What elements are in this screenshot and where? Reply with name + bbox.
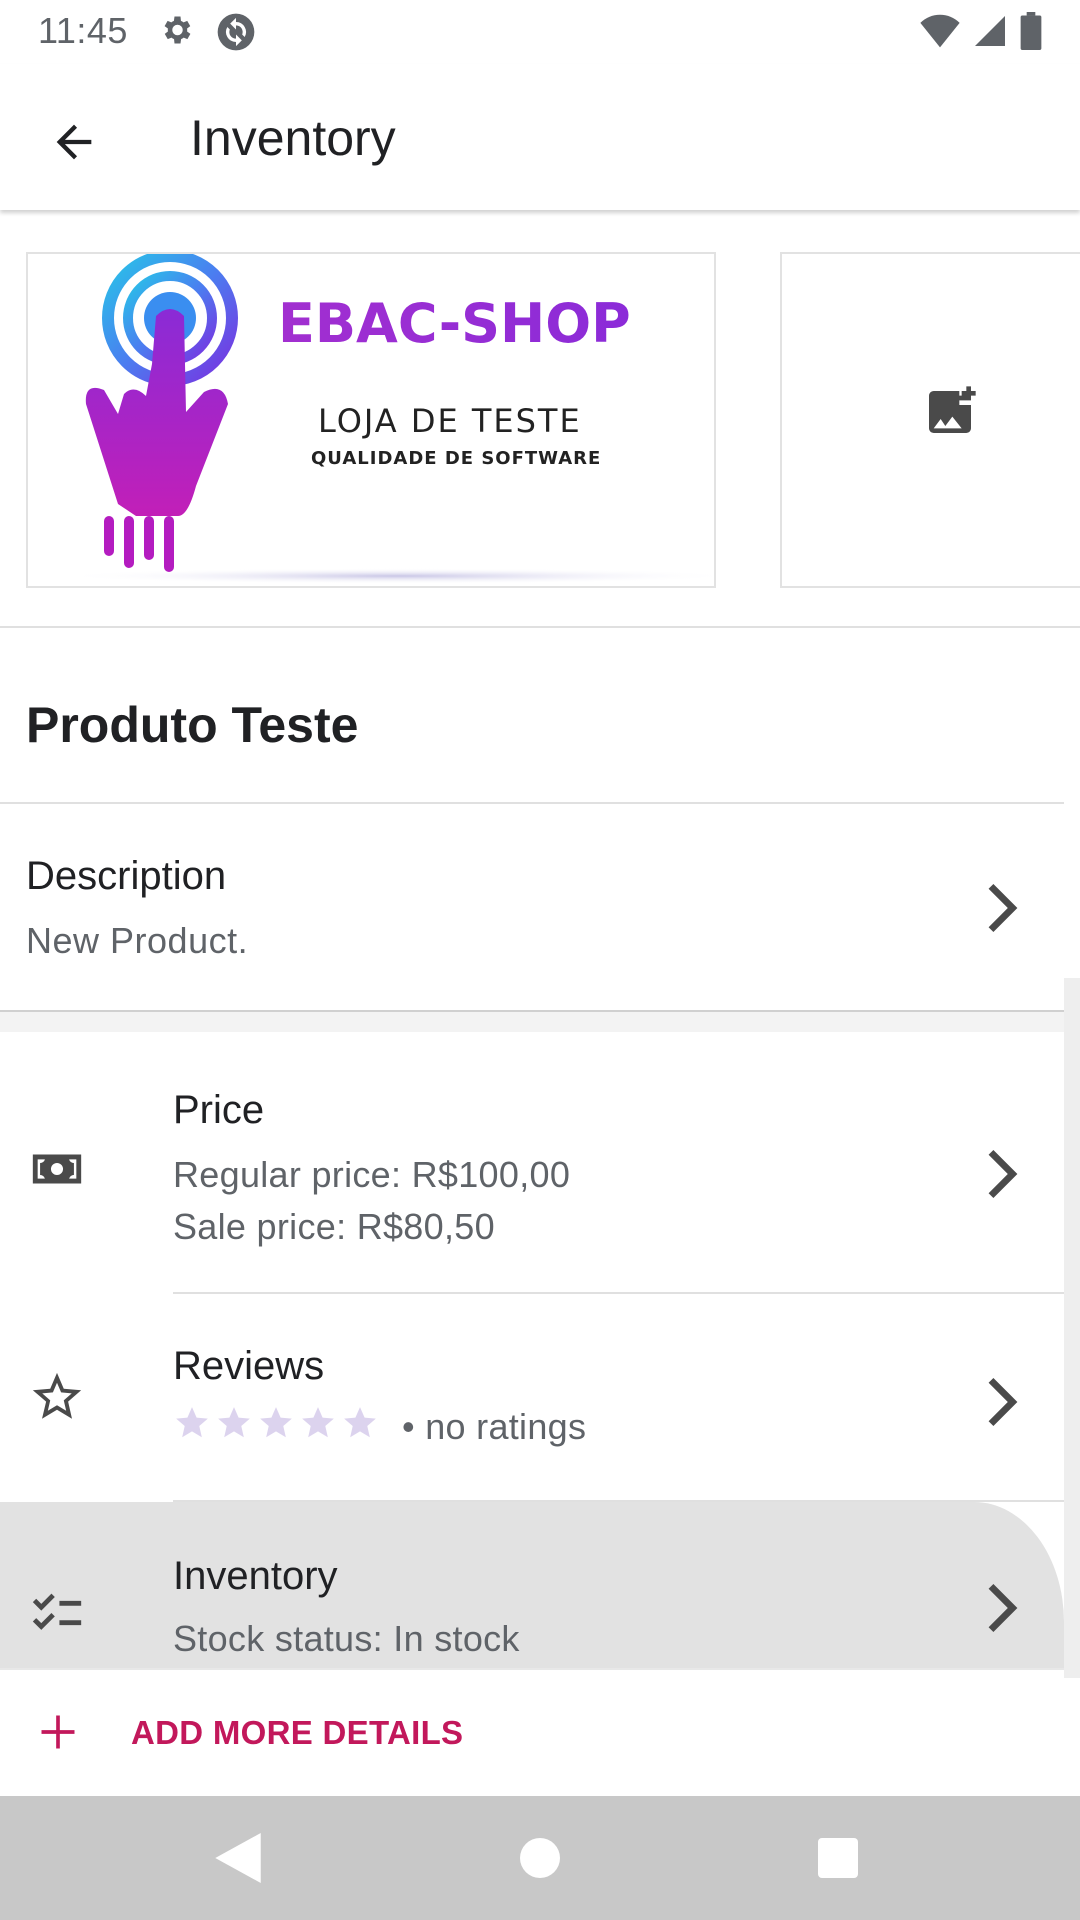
logo-line2-text: QUALIDADE DE SOFTWARE [311,448,601,469]
stock-status: Stock status: In stock [173,1618,520,1659]
description-label: Description [26,854,227,898]
app-bar: Inventory [0,64,1080,210]
status-bar: 11:45 [0,0,1080,64]
inventory-row[interactable]: Inventory Stock status: In stock [0,1502,1064,1668]
product-images: EBAC-SHOP LOJA DE TESTE QUALIDADE DE SOF… [0,210,1080,628]
chevron-right-icon [988,1584,1018,1632]
nav-home-button[interactable] [508,1826,572,1890]
nav-recents-button[interactable] [806,1826,870,1890]
star-icon [302,1407,334,1438]
add-more-details-button[interactable]: ADD MORE DETAILS [0,1668,1064,1796]
scroll-edge [1064,978,1080,1678]
star-icon [344,1407,376,1438]
back-button[interactable] [38,106,110,178]
nav-back-icon [215,1833,261,1883]
star-icon [176,1407,208,1438]
settings-icon [158,12,194,57]
description-value: New Product. [26,920,249,961]
price-row[interactable]: Price Regular price: R$100,00 Sale price… [0,1032,1064,1294]
ratings-text: • no ratings [402,1406,587,1447]
add-photo-icon [929,386,976,433]
chevron-right-icon [988,1150,1018,1198]
wifi-icon [920,13,960,54]
add-more-details-label: ADD MORE DETAILS [131,1714,464,1751]
nav-back-button[interactable] [206,1826,270,1890]
star-icon [260,1407,292,1438]
checklist-icon [32,1593,82,1630]
description-row[interactable]: Description New Product. [0,804,1064,1012]
star-outline-icon [32,1372,82,1419]
rating-stars [173,1404,379,1442]
nav-home-icon [520,1838,560,1878]
add-image-tile[interactable] [780,252,1080,588]
reviews-row[interactable]: Reviews • no ratings [0,1294,1064,1502]
arrow-back-icon [56,124,92,160]
money-icon [32,1154,82,1184]
logo-line1-text: LOJA DE TESTE [318,402,582,440]
price-label: Price [173,1088,265,1132]
page-title: Inventory [190,110,396,166]
signal-icon [972,13,1008,54]
star-icon [218,1407,250,1438]
system-nav-bar [0,1796,1080,1920]
sync-icon [216,12,256,57]
sale-price: Sale price: R$80,50 [173,1206,495,1247]
status-time: 11:45 [38,10,128,51]
chevron-right-icon [988,884,1018,932]
product-title: Produto Teste [26,697,359,753]
product-title-section[interactable]: Produto Teste [0,628,1064,804]
battery-icon [1020,12,1042,55]
inventory-label: Inventory [173,1554,338,1598]
section-gap [0,1012,1064,1032]
nav-recents-icon [818,1838,858,1878]
plus-icon [41,1715,75,1749]
regular-price: Regular price: R$100,00 [173,1154,571,1195]
reviews-label: Reviews [173,1344,325,1388]
chevron-right-icon [988,1378,1018,1426]
product-image[interactable]: EBAC-SHOP LOJA DE TESTE QUALIDADE DE SOF… [26,252,716,588]
ebac-shop-logo: EBAC-SHOP LOJA DE TESTE QUALIDADE DE SOF… [58,254,714,584]
logo-brand-text: EBAC-SHOP [278,292,631,355]
